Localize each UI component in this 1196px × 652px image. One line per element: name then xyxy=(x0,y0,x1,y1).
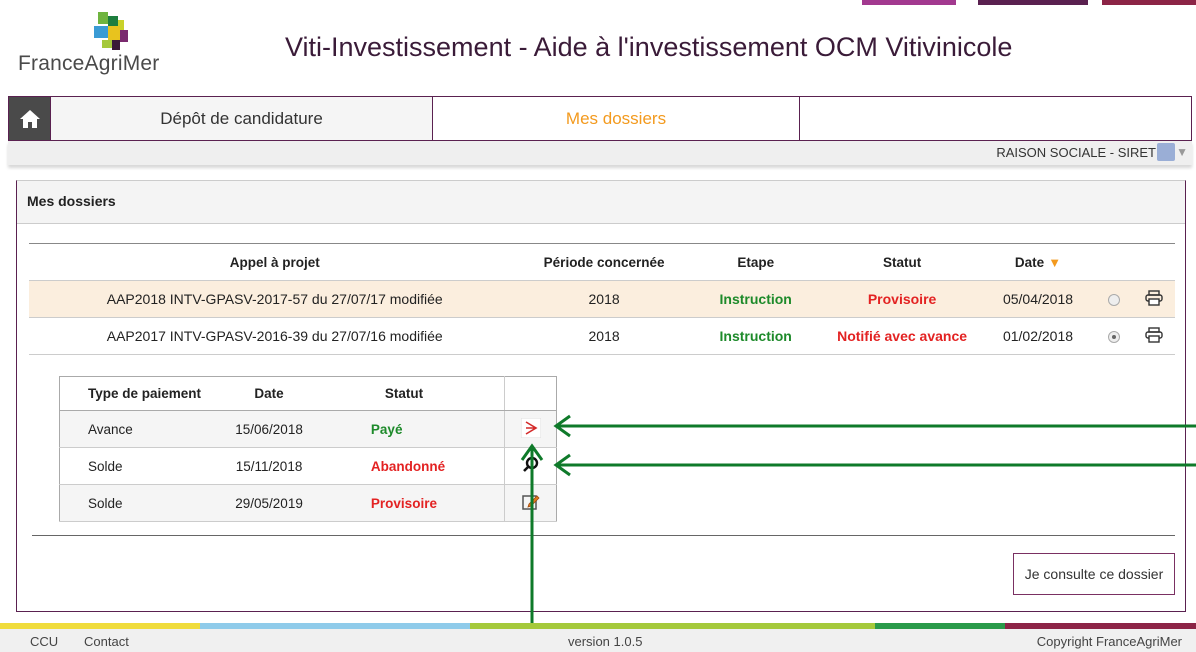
footer-copyright: Copyright FranceAgriMer xyxy=(1036,634,1182,649)
footer-ccu-link[interactable]: CCU xyxy=(30,634,58,649)
footer: CCU Contact version 1.0.5 Copyright Fran… xyxy=(0,629,1196,652)
page: FranceAgriMer Viti-Investissement - Aide… xyxy=(0,0,1196,652)
annotation-arrows xyxy=(520,414,1196,652)
footer-version: version 1.0.5 xyxy=(568,634,643,649)
footer-contact-link[interactable]: Contact xyxy=(84,634,129,649)
